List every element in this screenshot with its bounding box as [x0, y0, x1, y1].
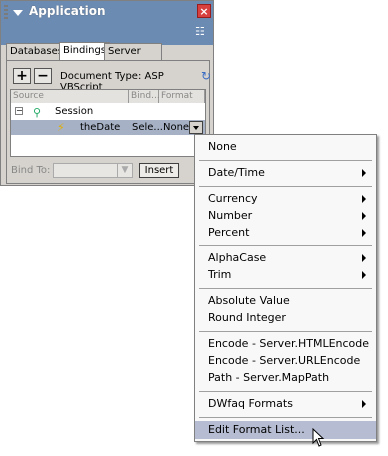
collapse-icon[interactable]: − [15, 107, 23, 115]
bind-to-select[interactable]: ▼ [53, 163, 133, 178]
tree-row-thedate[interactable]: ⚡ theDate Sele... None [11, 120, 205, 135]
menu-separator [199, 245, 372, 246]
chevron-down-icon[interactable]: ▼ [117, 164, 132, 177]
insert-button[interactable]: Insert [139, 163, 179, 178]
menu-separator [199, 160, 372, 161]
panel-options-icon[interactable]: ☷ [195, 26, 209, 38]
menu-item-dwfaq-formats[interactable]: DWfaq Formats [195, 395, 376, 413]
menu-item-map-path[interactable]: Path - Server.MapPath [195, 369, 376, 387]
menu-item-currency[interactable]: Currency [195, 190, 376, 208]
menu-separator [199, 331, 372, 332]
menu-item-date-time[interactable]: Date/Time [195, 164, 376, 182]
tree-row-session[interactable]: − ⚲ Session [11, 104, 205, 119]
panel-gripper[interactable] [4, 5, 8, 19]
menu-item-round-integer[interactable]: Round Integer [195, 309, 376, 327]
bindings-content: + − Document Type: ASP VBScript ↻ Source… [6, 60, 211, 184]
mouse-cursor-icon [312, 428, 325, 447]
column-binding[interactable]: Bind... [129, 90, 160, 103]
menu-item-encode-url[interactable]: Encode - Server.URLEncode [195, 352, 376, 370]
collapse-arrow-icon[interactable] [13, 10, 23, 16]
binding-value: Sele... [132, 122, 163, 133]
tab-server-behaviors[interactable]: Server Behaviors [104, 43, 162, 73]
menu-item-edit-format-list[interactable]: Edit Format List... [195, 421, 376, 439]
add-binding-button[interactable]: + [13, 68, 31, 84]
menu-item-alphacase[interactable]: AlphaCase [195, 249, 376, 267]
menu-separator [199, 391, 372, 392]
menu-item-absolute-value[interactable]: Absolute Value [195, 292, 376, 310]
menu-separator [199, 186, 372, 187]
refresh-icon[interactable]: ↻ [201, 69, 211, 83]
menu-item-number[interactable]: Number [195, 207, 376, 225]
binding-format: None [163, 122, 190, 133]
menu-item-none[interactable]: None [195, 138, 376, 156]
column-format[interactable]: Format [159, 90, 205, 103]
bind-to-label: Bind To: [11, 165, 51, 176]
menu-item-encode-html[interactable]: Encode - Server.HTMLEncode [195, 335, 376, 353]
column-source[interactable]: Source [11, 90, 129, 103]
menu-separator [199, 288, 372, 289]
close-button[interactable]: × [197, 4, 211, 18]
tab-databases[interactable]: Databases [6, 43, 67, 60]
binding-name: theDate [80, 122, 121, 133]
session-label: Session [55, 106, 94, 117]
remove-binding-button[interactable]: − [34, 68, 52, 84]
menu-item-trim[interactable]: Trim [195, 266, 376, 284]
bindings-grid: Source Bind... Format − ⚲ Session ⚡ theD… [10, 89, 206, 157]
tab-bindings[interactable]: Bindings [59, 42, 110, 61]
application-panel: Application × ☷ Databases Bindings Serve… [0, 0, 214, 186]
session-icon: ⚲ [33, 106, 42, 119]
lightning-icon: ⚡ [57, 121, 65, 134]
format-dropdown-button[interactable] [189, 121, 203, 134]
panel-title[interactable]: Application [29, 4, 106, 18]
format-menu: None Date/Time Currency Number Percent A… [194, 134, 377, 442]
menu-item-percent[interactable]: Percent [195, 224, 376, 242]
menu-separator [199, 417, 372, 418]
